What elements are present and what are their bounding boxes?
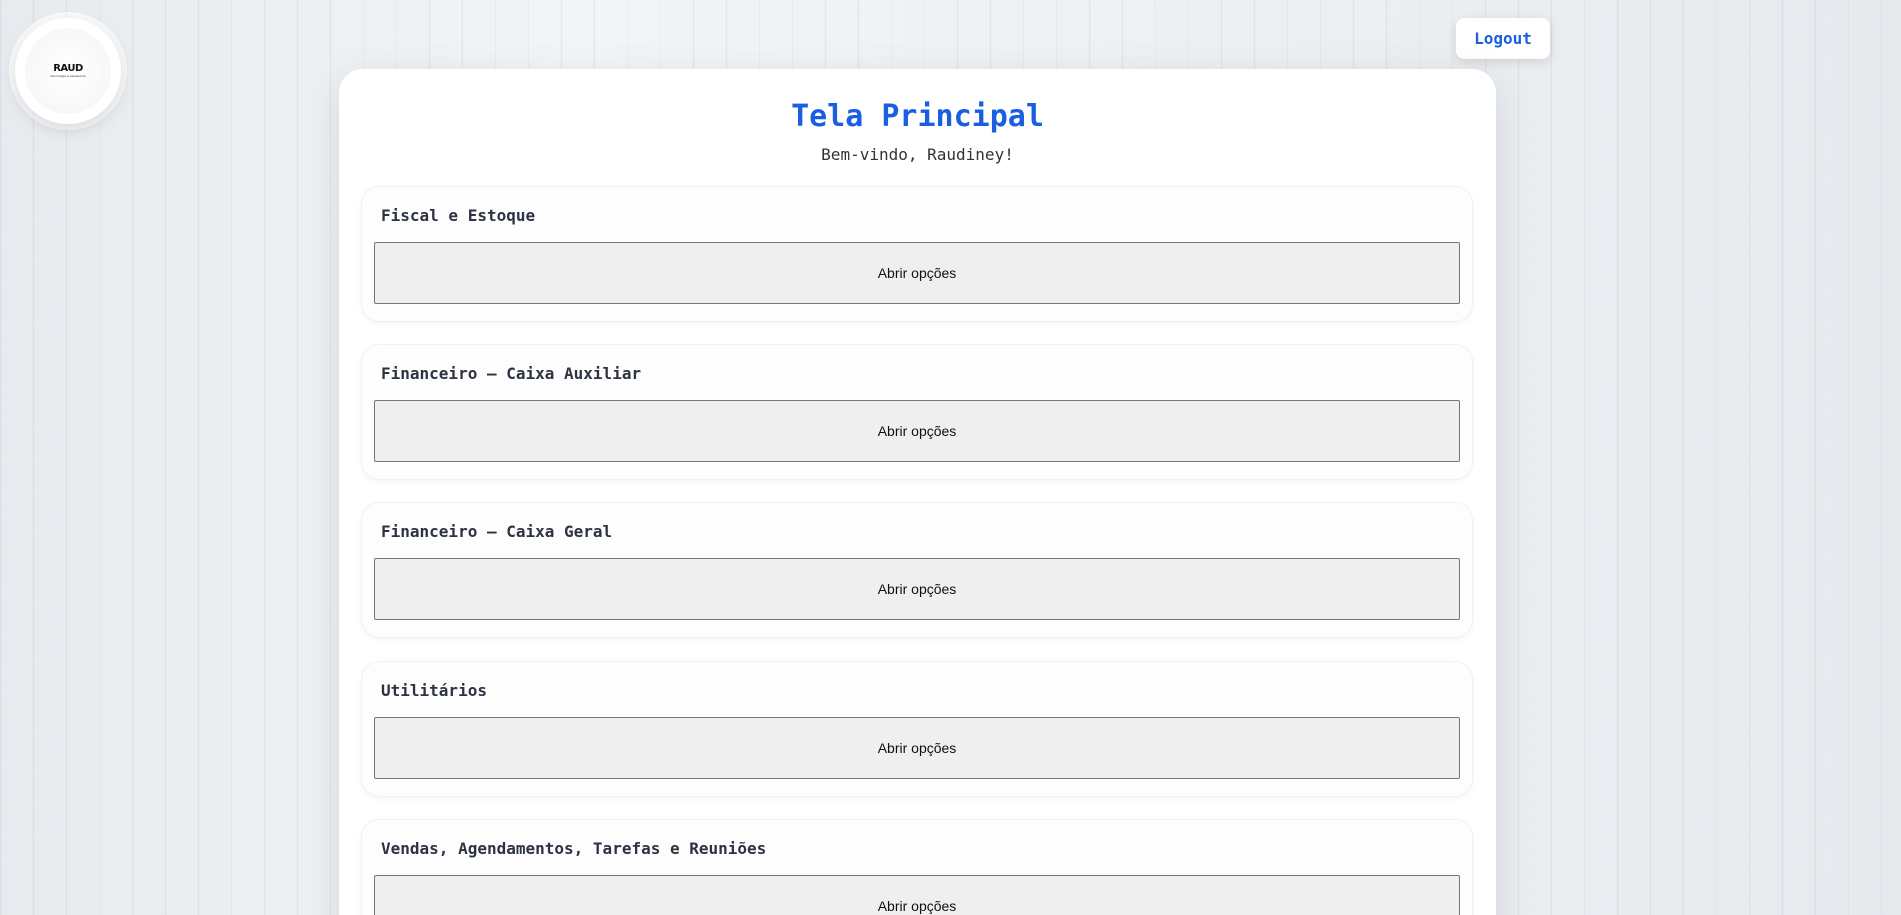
section-financeiro-caixa-geral: Financeiro — Caixa Geral Abrir opções [361,502,1473,638]
welcome-text: Bem-vindo, Raudiney! [821,145,1014,164]
section-utilitarios: Utilitários Abrir opções [361,661,1473,797]
section-vendas-agendamentos: Vendas, Agendamentos, Tarefas e Reuniões… [361,819,1473,915]
open-options-button[interactable]: Abrir opções [374,875,1460,915]
section-title: Vendas, Agendamentos, Tarefas e Reuniões [381,839,767,858]
page-title: Tela Principal [791,99,1044,134]
section-title: Financeiro — Caixa Geral [381,522,613,541]
logo: RAUD tecnologia e assessoria [15,18,121,124]
open-options-button[interactable]: Abrir opções [374,400,1460,462]
logout-button[interactable]: Logout [1456,18,1550,59]
section-title: Utilitários [381,681,487,700]
open-options-button[interactable]: Abrir opções [374,558,1460,620]
section-title: Fiscal e Estoque [381,206,536,225]
section-fiscal-estoque: Fiscal e Estoque Abrir opções [361,186,1473,322]
logo-text: RAUD [53,63,83,74]
open-options-button[interactable]: Abrir opções [374,717,1460,779]
section-financeiro-caixa-auxiliar: Financeiro — Caixa Auxiliar Abrir opções [361,344,1473,480]
open-options-button[interactable]: Abrir opções [374,242,1460,304]
logo-subtext: tecnologia e assessoria [50,74,86,78]
section-title: Financeiro — Caixa Auxiliar [381,364,642,383]
logo-badge: RAUD tecnologia e assessoria [25,28,111,114]
main-card: Tela Principal Bem-vindo, Raudiney! Fisc… [339,69,1496,915]
